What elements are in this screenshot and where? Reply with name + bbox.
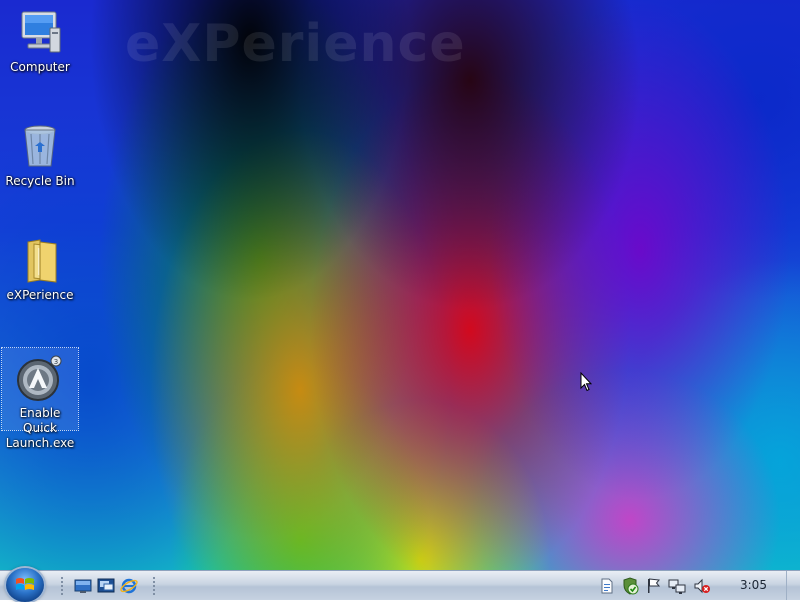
wallpaper-watermark: eXPerience	[125, 14, 466, 74]
windows-logo-icon	[16, 578, 34, 590]
mouse-cursor-icon	[580, 372, 592, 392]
svg-text:3: 3	[54, 358, 58, 366]
security-shield-icon	[623, 577, 639, 595]
folder-icon	[16, 236, 64, 284]
volume-muted-icon	[694, 578, 710, 594]
computer-icon	[16, 8, 64, 56]
desktop-icon-label: eXPerience	[6, 288, 74, 302]
taskbar-clock[interactable]: 3:05	[740, 578, 767, 592]
document-icon	[601, 578, 613, 594]
switch-windows-icon	[97, 578, 115, 593]
taskbar-grip[interactable]	[60, 576, 64, 596]
desktop-icon-label: Enable Quick Launch.exe	[5, 406, 75, 450]
taskbar: 3:05	[0, 568, 800, 602]
system-tray	[592, 571, 800, 600]
desktop[interactable]: eXPerience Computer Recycle Bin eXPerien…	[0, 0, 800, 570]
desktop-icon-label: Recycle Bin	[5, 174, 75, 188]
desktop-icon-label: Computer	[10, 60, 70, 74]
tray-security[interactable]	[621, 577, 639, 595]
recycle-bin-icon	[16, 122, 64, 170]
tray-network[interactable]	[668, 577, 686, 595]
desktop-icon-recycle-bin[interactable]: Recycle Bin	[2, 116, 78, 189]
desktop-icon-computer[interactable]: Computer	[2, 2, 78, 75]
taskbar-grip[interactable]	[152, 576, 156, 596]
start-button[interactable]	[6, 568, 44, 602]
tray-action-center[interactable]	[644, 577, 662, 595]
network-icon	[668, 579, 686, 594]
action-center-flag-icon	[648, 578, 661, 593]
quick-launch-internet-explorer[interactable]	[120, 577, 138, 595]
desktop-icon-experience-folder[interactable]: eXPerience	[2, 230, 78, 303]
show-desktop-button[interactable]	[786, 571, 800, 600]
internet-explorer-icon	[120, 578, 138, 594]
launcher-app-icon: 3	[16, 354, 64, 402]
tray-document[interactable]	[598, 577, 616, 595]
show-desktop-icon	[74, 579, 92, 593]
desktop-icon-enable-quick-launch[interactable]: 3 Enable Quick Launch.exe	[1, 347, 79, 450]
quick-launch-switch-windows[interactable]	[97, 577, 115, 595]
quick-launch-show-desktop[interactable]	[74, 577, 92, 595]
tray-volume[interactable]	[693, 577, 711, 595]
